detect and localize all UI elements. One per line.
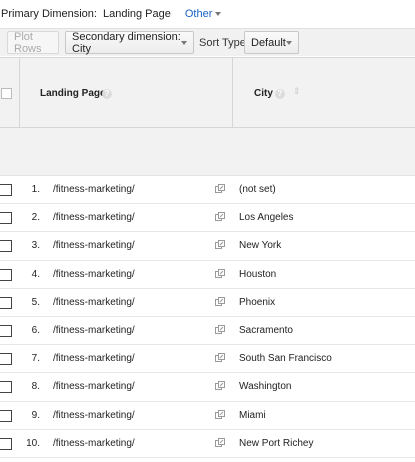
landing-page-cell[interactable]: /fitness-marketing/: [53, 297, 135, 308]
open-in-new-window-icon[interactable]: [215, 353, 225, 363]
sort-arrows-icon[interactable]: ⇕: [293, 86, 303, 96]
row-checkbox[interactable]: [0, 212, 12, 225]
landing-page-cell[interactable]: /fitness-marketing/: [53, 212, 135, 223]
row-checkbox[interactable]: [0, 184, 12, 196]
secondary-dimension-label: Secondary dimension: City: [72, 30, 181, 55]
help-icon[interactable]: ?: [102, 89, 112, 99]
table-row: 1. /fitness-marketing/ (not set): [0, 176, 415, 205]
table-row: 5. /fitness-marketing/Phoenix: [0, 288, 415, 317]
select-all-checkbox[interactable]: [1, 88, 12, 99]
city-cell[interactable]: New Port Richey: [239, 438, 313, 449]
open-in-new-window-icon[interactable]: [215, 409, 225, 420]
row-checkbox[interactable]: [0, 353, 12, 366]
landing-page-cell[interactable]: /fitness-marketing/: [53, 381, 135, 392]
city-cell[interactable]: South San Francisco: [239, 353, 332, 364]
table-body: 1. /fitness-marketing/ (not set) 2. /fitness…: [0, 176, 415, 458]
city-cell[interactable]: Phoenix: [239, 297, 275, 308]
landing-page-cell[interactable]: /fitness-marketing/: [53, 184, 135, 195]
landing-page-cell[interactable]: /fitness-marketing/: [53, 240, 135, 251]
plot-rows-button[interactable]: Plot Rows: [7, 30, 59, 55]
city-cell[interactable]: New York: [239, 240, 281, 251]
table-header: Landing Page ? City ? ⇕: [0, 57, 415, 128]
row-number: 4.: [31, 268, 40, 280]
row-checkbox[interactable]: [0, 381, 12, 394]
primary-dimension-label: Primary Dimension:: [1, 8, 97, 20]
landing-page-cell[interactable]: /fitness-marketing/: [53, 353, 135, 364]
landing-page-cell[interactable]: /fitness-marketing/: [53, 410, 135, 421]
chevron-down-icon: [181, 40, 187, 45]
open-in-new-window-icon[interactable]: [215, 240, 225, 250]
row-number: 7.: [31, 353, 40, 365]
city-cell[interactable]: (not set): [239, 184, 276, 195]
column-header-city[interactable]: City ? ⇕: [233, 58, 415, 127]
open-in-new-window-icon[interactable]: [215, 268, 225, 279]
primary-dimension-selected[interactable]: Landing Page: [103, 8, 171, 20]
row-number: 9.: [31, 409, 40, 421]
sort-type-value: Default: [251, 36, 286, 49]
open-in-new-window-icon[interactable]: [215, 184, 225, 194]
secondary-dimension-dropdown[interactable]: Secondary dimension: City: [65, 30, 194, 55]
table-row: 7. /fitness-marketing/South San Francisco: [0, 345, 415, 374]
row-number: 5.: [31, 296, 40, 308]
select-all-cell: [0, 58, 20, 127]
city-cell[interactable]: Miami: [239, 410, 266, 421]
open-in-new-window-icon[interactable]: [215, 324, 225, 335]
row-checkbox[interactable]: [0, 409, 12, 422]
chevron-down-icon: [215, 12, 222, 17]
open-in-new-window-icon[interactable]: [215, 437, 225, 448]
table-row: 6. /fitness-marketing/Sacramento: [0, 316, 415, 346]
table-row: 10. /fitness-marketing/New Port Richey: [0, 429, 415, 458]
column-title-city: City: [254, 88, 273, 99]
city-cell[interactable]: Houston: [239, 269, 276, 280]
city-cell[interactable]: Los Angeles: [239, 212, 294, 223]
row-number: 6.: [31, 324, 40, 336]
table-row: 8. /fitness-marketing/Washington: [0, 373, 415, 402]
sort-type-label: Sort Type:: [199, 37, 249, 49]
landing-page-cell[interactable]: /fitness-marketing/: [53, 325, 135, 336]
column-header-landing-page[interactable]: Landing Page ?: [20, 58, 233, 127]
plot-rows-label: Plot Rows: [14, 30, 42, 55]
other-label: Other: [184, 8, 213, 20]
city-cell[interactable]: Washington: [239, 381, 291, 392]
table-toolbar: Plot Rows Secondary dimension: City Sort…: [0, 28, 415, 56]
table-row: 3. /fitness-marketing/New York: [0, 232, 415, 261]
table-summary-row: [0, 128, 415, 176]
row-number: 10.: [26, 437, 40, 449]
open-in-new-window-icon[interactable]: [215, 212, 225, 222]
city-cell[interactable]: Sacramento: [239, 325, 293, 336]
landing-page-cell[interactable]: /fitness-marketing/: [53, 269, 135, 280]
row-number: 2.: [31, 212, 40, 224]
row-checkbox[interactable]: [0, 296, 12, 309]
open-in-new-window-icon[interactable]: [215, 381, 225, 391]
row-checkbox[interactable]: [0, 324, 12, 337]
primary-dimension-bar: Primary Dimension: Landing Page Other: [0, 0, 415, 28]
help-icon[interactable]: ?: [275, 89, 285, 99]
row-number: 3.: [31, 240, 40, 252]
row-checkbox[interactable]: [0, 240, 12, 253]
row-checkbox[interactable]: [0, 268, 12, 281]
open-in-new-window-icon[interactable]: [215, 296, 225, 307]
table-row: 4. /fitness-marketing/Houston: [0, 260, 415, 289]
primary-dimension-other-dropdown[interactable]: Other: [185, 8, 222, 20]
table-row: 2. /fitness-marketing/Los Angeles: [0, 204, 415, 233]
sort-type-dropdown[interactable]: Default: [244, 31, 299, 54]
table-row: 9. /fitness-marketing/Miami: [0, 401, 415, 430]
row-checkbox[interactable]: [0, 437, 12, 450]
chevron-down-icon: [286, 40, 292, 45]
landing-page-cell[interactable]: /fitness-marketing/: [53, 438, 135, 449]
column-title-landing-page: Landing Page: [40, 88, 106, 99]
row-number: 8.: [31, 381, 40, 393]
row-number: 1.: [31, 184, 40, 195]
